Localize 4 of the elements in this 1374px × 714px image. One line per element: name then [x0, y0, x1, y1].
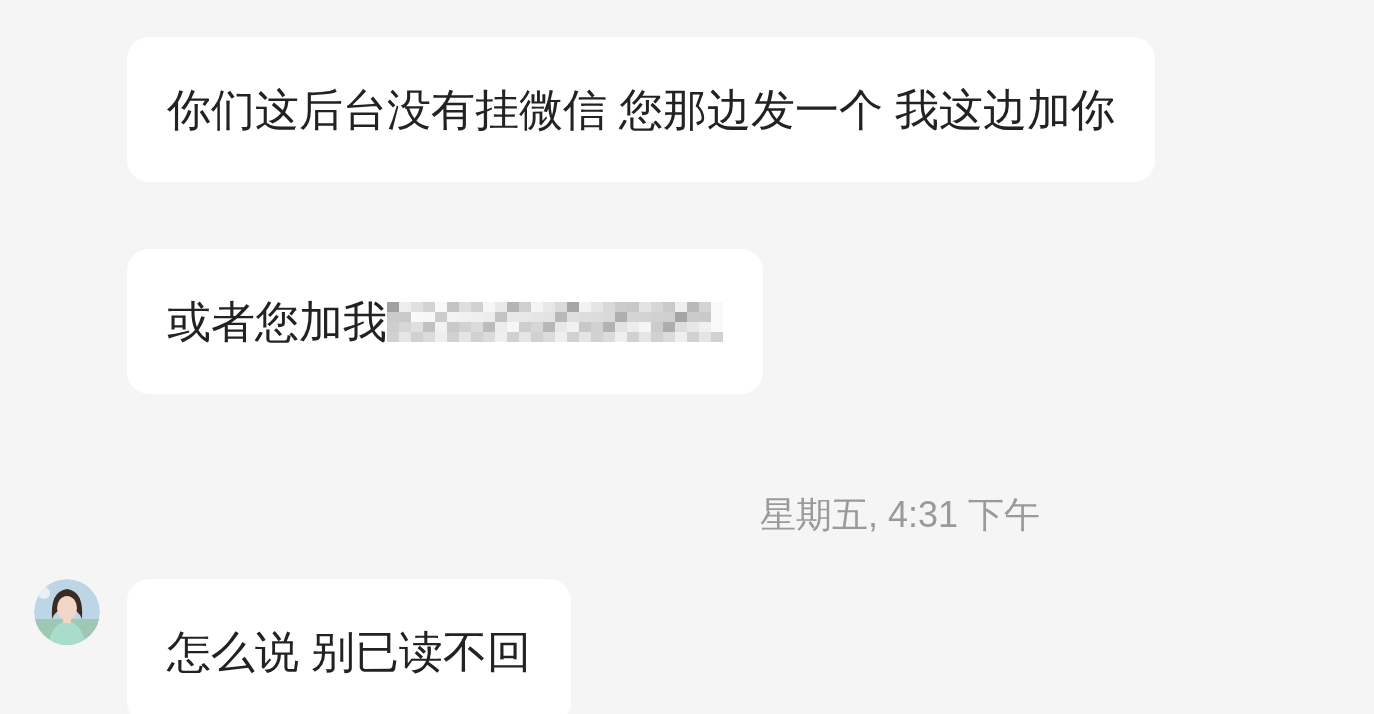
message-text: 你们这后台没有挂微信 您那边发一个 我这边加你	[167, 87, 1116, 132]
timestamp: 星期五, 4:31 下午	[760, 497, 1041, 533]
message-text: 怎么说 别已读不回	[167, 629, 532, 674]
message-text: 或者您加我	[167, 299, 387, 344]
